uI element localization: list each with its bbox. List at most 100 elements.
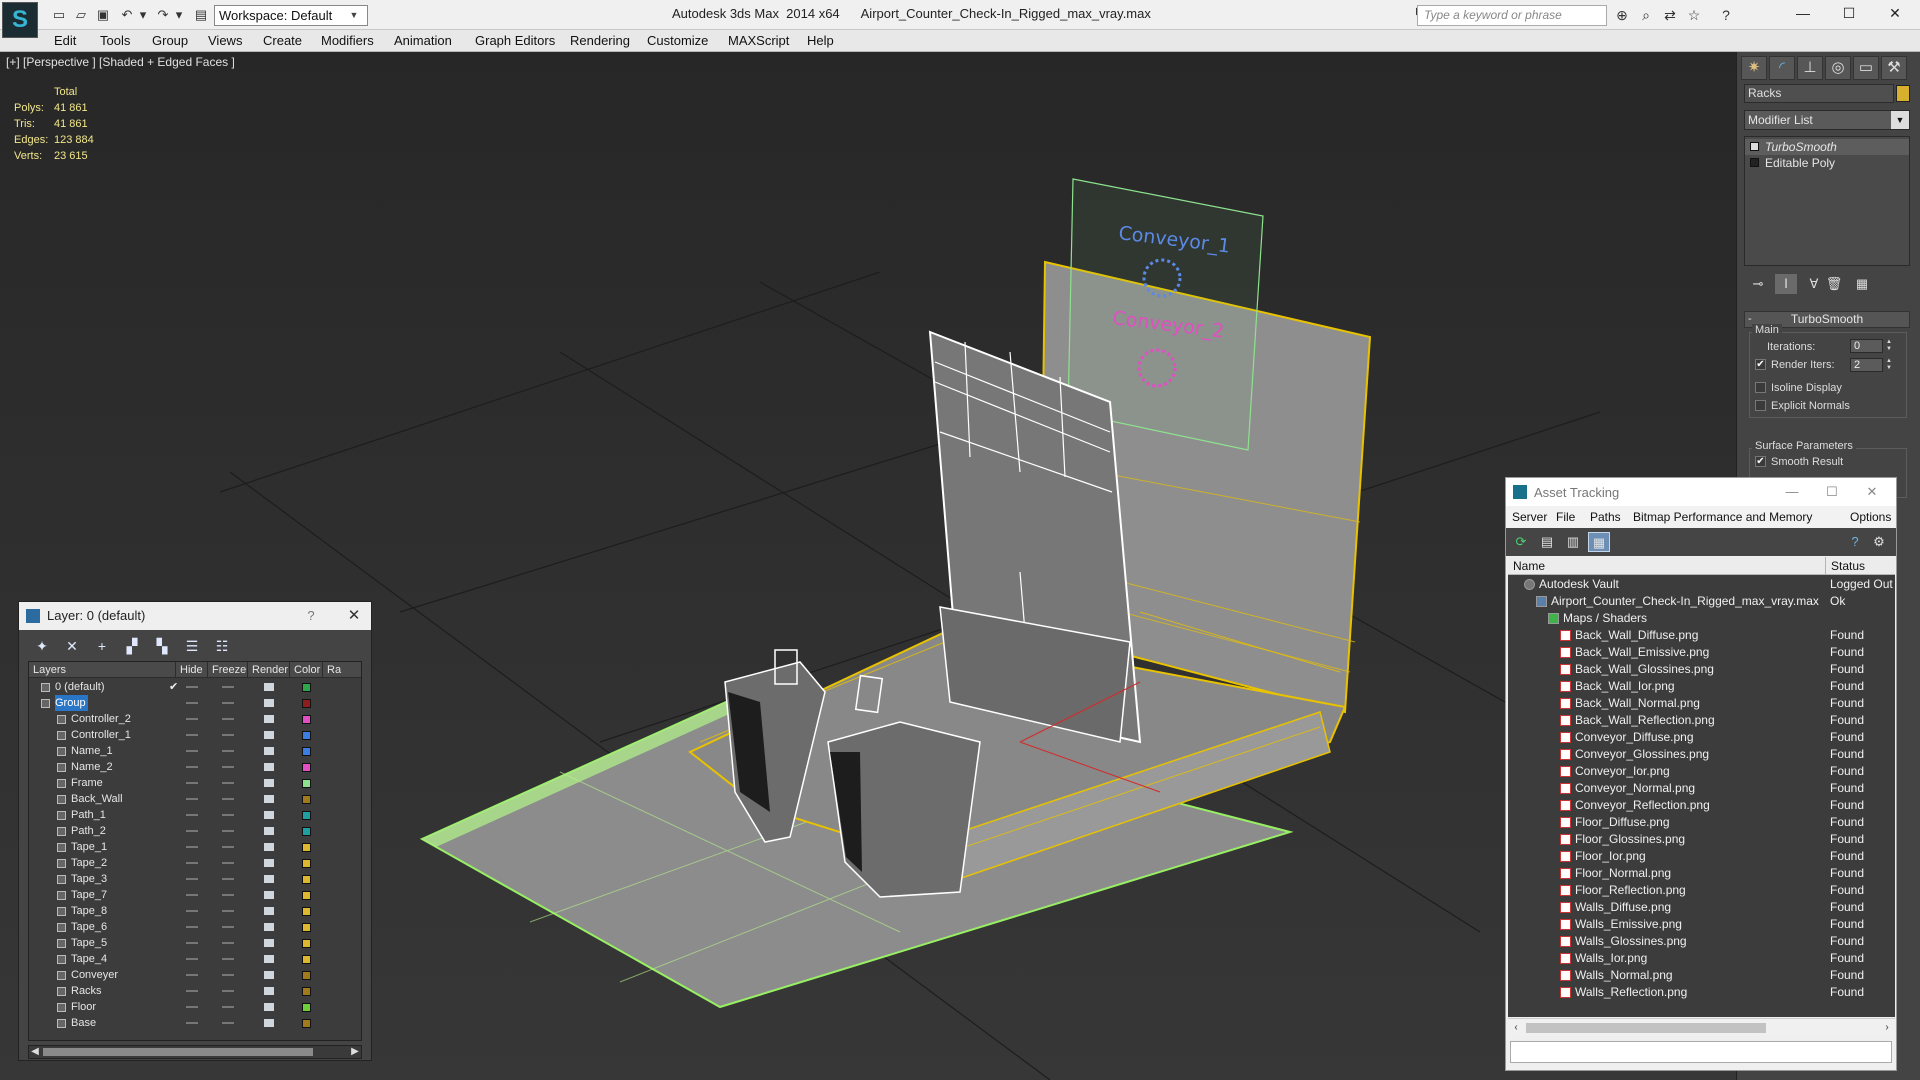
hierarchy-tab-icon[interactable]: ⊥ [1797, 56, 1823, 80]
chevron-down-icon[interactable]: ▼ [1891, 111, 1909, 129]
asset-menu-options[interactable]: Options [1850, 510, 1891, 524]
freeze-toggle[interactable] [222, 782, 234, 784]
render-teapot-icon[interactable] [264, 715, 274, 723]
column-radiosity[interactable]: Ra [323, 662, 361, 678]
asset-name[interactable]: Floor_Diffuse.png [1575, 814, 1670, 831]
explicit-normals-checkbox[interactable] [1755, 400, 1766, 411]
layer-color-swatch[interactable] [302, 907, 311, 916]
layer-color-swatch[interactable] [302, 715, 311, 724]
help-button[interactable]: ? [301, 602, 321, 630]
render-teapot-icon[interactable] [264, 891, 274, 899]
layer-row[interactable]: Racks [29, 983, 361, 999]
scrollbar-thumb[interactable] [43, 1048, 313, 1056]
freeze-toggle[interactable] [222, 686, 234, 688]
search-input[interactable]: Type a keyword or phrase [1417, 5, 1607, 26]
close-button[interactable]: ✕ [1872, 0, 1918, 28]
asset-table-scrollbar[interactable]: ‹ › [1508, 1018, 1895, 1036]
freeze-toggle[interactable] [222, 718, 234, 720]
asset-name[interactable]: Walls_Diffuse.png [1575, 899, 1671, 916]
asset-name[interactable]: Floor_Normal.png [1575, 865, 1671, 882]
freeze-toggle[interactable] [222, 750, 234, 752]
menu-animation[interactable]: Animation [394, 33, 452, 48]
menu-help[interactable]: Help [807, 33, 834, 48]
render-teapot-icon[interactable] [264, 939, 274, 947]
current-layer-check[interactable]: ✔ [169, 680, 178, 693]
layer-row[interactable]: Tape_5 [29, 935, 361, 951]
asset-name[interactable]: Back_Wall_Emissive.png [1575, 644, 1709, 661]
asset-row[interactable]: Back_Wall_Glossines.png Found [1508, 661, 1895, 678]
hide-toggle[interactable] [186, 862, 198, 864]
asset-row[interactable]: Walls_Glossines.png Found [1508, 933, 1895, 950]
asset-row[interactable]: Walls_Reflection.png Found [1508, 984, 1895, 1001]
layer-color-swatch[interactable] [302, 891, 311, 900]
layer-name[interactable]: Base [71, 1015, 98, 1031]
hide-toggle[interactable] [186, 734, 198, 736]
object-name-field[interactable]: Racks [1744, 84, 1894, 103]
hide-toggle[interactable] [186, 974, 198, 976]
menu-graph-editors[interactable]: Graph Editors [475, 33, 555, 48]
layer-row[interactable]: Tape_6 [29, 919, 361, 935]
hide-toggle[interactable] [186, 990, 198, 992]
layer-name[interactable]: Tape_2 [71, 855, 109, 871]
configure-sets-icon[interactable]: ▦ [1851, 274, 1873, 294]
layer-color-swatch[interactable] [302, 843, 311, 852]
hide-toggle[interactable] [186, 830, 198, 832]
minimize-button[interactable]: — [1780, 0, 1826, 28]
column-freeze[interactable]: Freeze [208, 662, 248, 678]
layer-name[interactable]: Path_2 [71, 823, 108, 839]
asset-row[interactable]: Floor_Glossines.png Found [1508, 831, 1895, 848]
layer-color-swatch[interactable] [302, 747, 311, 756]
pin-stack-icon[interactable]: ⊸ [1747, 274, 1769, 294]
spinner-arrows-icon[interactable]: ▲ ▼ [1886, 339, 1894, 353]
asset-name[interactable]: Back_Wall_Glossines.png [1575, 661, 1714, 678]
render-teapot-icon[interactable] [264, 795, 274, 803]
help-icon[interactable]: ? [1844, 532, 1866, 552]
asset-row[interactable]: Back_Wall_Reflection.png Found [1508, 712, 1895, 729]
layer-row[interactable]: Conveyer [29, 967, 361, 983]
asset-row[interactable]: Conveyor_Ior.png Found [1508, 763, 1895, 780]
layer-color-swatch[interactable] [302, 683, 311, 692]
layer-row[interactable]: Name_1 [29, 743, 361, 759]
show-end-result-icon[interactable]: Ⅰ [1775, 274, 1797, 294]
layer-name[interactable]: Name_2 [71, 759, 115, 775]
asset-menu-file[interactable]: File [1556, 510, 1575, 524]
scroll-left-icon[interactable]: ‹ [1510, 1022, 1522, 1034]
asset-row[interactable]: Floor_Reflection.png Found [1508, 882, 1895, 899]
hide-toggle[interactable] [186, 878, 198, 880]
hide-toggle[interactable] [186, 766, 198, 768]
layer-name[interactable]: Group [55, 695, 88, 711]
open-file-icon[interactable]: ▱ [72, 6, 90, 24]
render-iters-spinner[interactable]: 2 [1850, 358, 1883, 372]
layer-name[interactable]: Racks [71, 983, 104, 999]
scrollbar-thumb[interactable] [1526, 1023, 1766, 1033]
isoline-display-checkbox[interactable] [1755, 382, 1766, 393]
asset-name[interactable]: Floor_Reflection.png [1575, 882, 1686, 899]
layer-color-swatch[interactable] [302, 699, 311, 708]
layer-row[interactable]: Tape_7 [29, 887, 361, 903]
render-teapot-icon[interactable] [264, 987, 274, 995]
menu-customize[interactable]: Customize [647, 33, 708, 48]
layer-name[interactable]: Tape_8 [71, 903, 109, 919]
asset-row[interactable]: Back_Wall_Normal.png Found [1508, 695, 1895, 712]
layer-row[interactable]: Path_2 [29, 823, 361, 839]
layer-name[interactable]: Floor [71, 999, 98, 1015]
asset-row[interactable]: Walls_Diffuse.png Found [1508, 899, 1895, 916]
freeze-toggle[interactable] [222, 926, 234, 928]
layer-name[interactable]: Back_Wall [71, 791, 125, 807]
asset-name[interactable]: Conveyor_Diffuse.png [1575, 729, 1694, 746]
render-teapot-icon[interactable] [264, 955, 274, 963]
app-menu-button[interactable]: S [2, 2, 38, 38]
hide-toggle[interactable] [186, 1006, 198, 1008]
asset-name[interactable]: Back_Wall_Normal.png [1575, 695, 1700, 712]
layer-row[interactable]: Tape_1 [29, 839, 361, 855]
layer-name[interactable]: Name_1 [71, 743, 115, 759]
layer-name[interactable]: Conveyer [71, 967, 120, 983]
undo-history-arrow-icon[interactable]: ▾ [134, 6, 152, 24]
add-to-layer-icon[interactable]: + [91, 636, 113, 656]
exchange-icon[interactable]: ⇄ [1660, 6, 1680, 24]
workspace-dropdown-arrow-icon[interactable]: ▼ [346, 5, 362, 26]
help-icon[interactable]: ? [1716, 6, 1736, 24]
select-in-layer-icon[interactable]: ▞ [121, 636, 143, 656]
hide-toggle[interactable] [186, 814, 198, 816]
layer-row[interactable]: Controller_1 [29, 727, 361, 743]
